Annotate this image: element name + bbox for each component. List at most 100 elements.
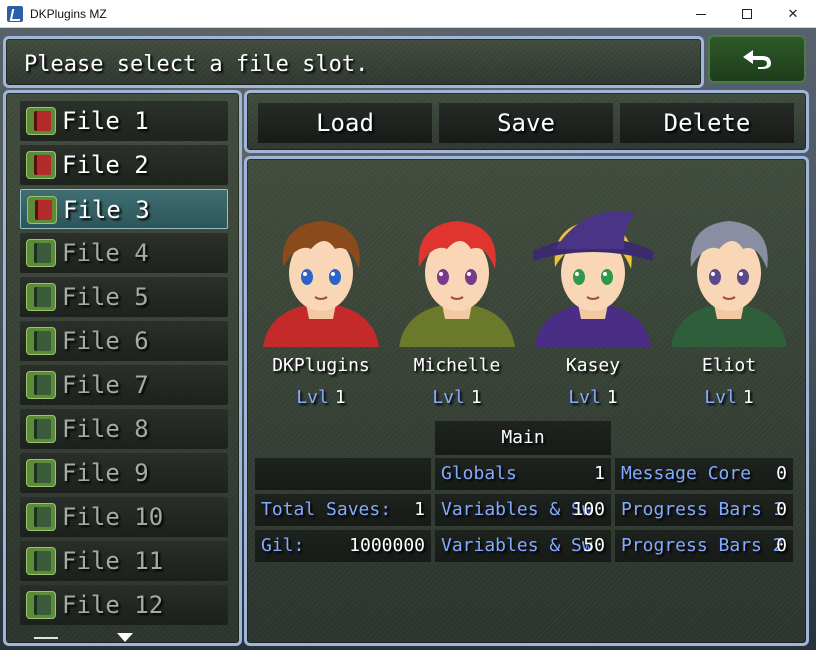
load-button[interactable]: Load xyxy=(258,103,432,143)
app-icon xyxy=(7,6,23,22)
maximize-icon xyxy=(742,9,752,19)
file-slot-label: File 6 xyxy=(62,327,149,355)
save-book-icon xyxy=(26,151,56,179)
stat-value: 0 xyxy=(776,499,787,520)
actor-name: Michelle xyxy=(413,355,501,376)
empty-book-icon xyxy=(26,547,56,575)
stat-label: Globals xyxy=(441,463,517,484)
stat-label: Progress Bars 1 xyxy=(621,499,784,520)
scroll-indicator-line xyxy=(34,637,58,639)
stat-label: Variables & Sw xyxy=(441,535,593,556)
stats-header-main: Main xyxy=(435,421,611,455)
level-label: Lvl xyxy=(568,387,601,408)
game-scene: Please select a file slot. File 1 File 2F… xyxy=(0,28,816,650)
save-book-icon xyxy=(26,107,56,135)
actor-name: Kasey xyxy=(565,355,621,376)
stat-label: Total Saves: xyxy=(261,499,392,520)
file-slot-label: File 5 xyxy=(62,283,149,311)
stat-value: 50 xyxy=(583,535,605,556)
file-slot[interactable]: File 4 xyxy=(20,233,228,273)
file-slot[interactable]: File 2 xyxy=(20,145,228,185)
level-label: Lvl xyxy=(296,387,329,408)
empty-book-icon xyxy=(26,459,56,487)
empty-book-icon xyxy=(26,415,56,443)
close-button[interactable]: ✕ xyxy=(770,0,816,28)
stat-value: 1 xyxy=(594,463,605,484)
help-window: Please select a file slot. xyxy=(3,36,704,88)
window-title: DKPlugins MZ xyxy=(30,7,107,21)
back-button[interactable] xyxy=(708,35,806,83)
actor-level: Lvl 1 xyxy=(661,387,797,408)
stat-label: Gil: xyxy=(261,535,305,556)
minimize-button[interactable] xyxy=(678,0,724,28)
stat-cell-right: Message Core 0 xyxy=(615,458,793,490)
file-list-window: File 1 File 2 File 3 File 4 File 5 File 6 File… xyxy=(3,90,242,646)
empty-book-icon xyxy=(26,239,56,267)
level-value: 1 xyxy=(470,387,482,408)
file-slot-label: File 12 xyxy=(62,591,164,619)
help-text: Please select a file slot. xyxy=(24,52,369,77)
actor-level: Lvl 1 xyxy=(253,387,389,408)
file-slot-label: File 8 xyxy=(62,415,149,443)
file-slot[interactable]: File 1 xyxy=(20,101,228,141)
stat-cell-left: Total Saves: 1 xyxy=(255,494,431,526)
actor-portrait xyxy=(253,203,389,347)
file-slot-label: File 3 xyxy=(63,196,150,224)
command-window: Load Save Delete xyxy=(244,90,809,153)
actor-level: Lvl 1 xyxy=(525,387,661,408)
file-slot[interactable]: File 9 xyxy=(20,453,228,493)
stat-cell-middle: Variables & Sw 100 xyxy=(435,494,611,526)
file-slot-label: File 7 xyxy=(62,371,149,399)
file-slot[interactable]: File 5 xyxy=(20,277,228,317)
save-book-icon xyxy=(27,196,57,224)
maximize-button[interactable] xyxy=(724,0,770,28)
stat-cell-left xyxy=(255,458,431,490)
file-slot-label: File 2 xyxy=(62,151,149,179)
level-label: Lvl xyxy=(704,387,737,408)
stat-value: 1000000 xyxy=(349,535,425,556)
level-value: 1 xyxy=(334,387,346,408)
window-titlebar: DKPlugins MZ ✕ xyxy=(0,0,816,28)
file-slot[interactable]: File 3 xyxy=(20,189,228,229)
file-slot[interactable]: File 10 xyxy=(20,497,228,537)
file-slot[interactable]: File 8 xyxy=(20,409,228,449)
save-button[interactable]: Save xyxy=(439,103,613,143)
save-info-window: DKPlugins Lvl 1 Michelle Lvl 1 Kasey Lvl 1 Eliot L… xyxy=(244,156,809,646)
scroll-down-arrow-icon[interactable] xyxy=(117,633,133,642)
file-slot-label: File 10 xyxy=(62,503,164,531)
actor-level: Lvl 1 xyxy=(389,387,525,408)
stat-value: 1 xyxy=(414,499,425,520)
file-slot-label: File 9 xyxy=(62,459,149,487)
close-icon: ✕ xyxy=(787,6,799,22)
level-label: Lvl xyxy=(432,387,465,408)
stat-cell-right: Progress Bars 20 xyxy=(615,530,793,562)
file-slot[interactable]: File 11 xyxy=(20,541,228,581)
file-slot-label: File 11 xyxy=(62,547,164,575)
stat-cell-right: Progress Bars 10 xyxy=(615,494,793,526)
actor-name: DKPlugins xyxy=(272,355,370,376)
stat-value: 100 xyxy=(572,499,605,520)
file-slot[interactable]: File 7 xyxy=(20,365,228,405)
delete-button[interactable]: Delete xyxy=(620,103,794,143)
level-value: 1 xyxy=(742,387,754,408)
file-slot[interactable]: File 6 xyxy=(20,321,228,361)
stat-label: Progress Bars 2 xyxy=(621,535,784,556)
minimize-icon xyxy=(696,13,706,15)
empty-book-icon xyxy=(26,371,56,399)
level-value: 1 xyxy=(606,387,618,408)
stat-value: 0 xyxy=(776,463,787,484)
stat-cell-left: Gil: 1000000 xyxy=(255,530,431,562)
stat-cell-middle: Variables & Sw 50 xyxy=(435,530,611,562)
empty-book-icon xyxy=(26,591,56,619)
stat-label: Variables & Sw xyxy=(441,499,593,520)
back-arrow-icon xyxy=(743,50,771,69)
stat-label: Message Core xyxy=(621,463,752,484)
file-slot-label: File 1 xyxy=(62,107,149,135)
actor-portrait xyxy=(525,203,661,347)
empty-book-icon xyxy=(26,283,56,311)
actor-portrait xyxy=(389,203,525,347)
file-slot[interactable]: File 12 xyxy=(20,585,228,625)
actor-portrait xyxy=(661,203,797,347)
file-slot-label: File 4 xyxy=(62,239,149,267)
empty-book-icon xyxy=(26,503,56,531)
